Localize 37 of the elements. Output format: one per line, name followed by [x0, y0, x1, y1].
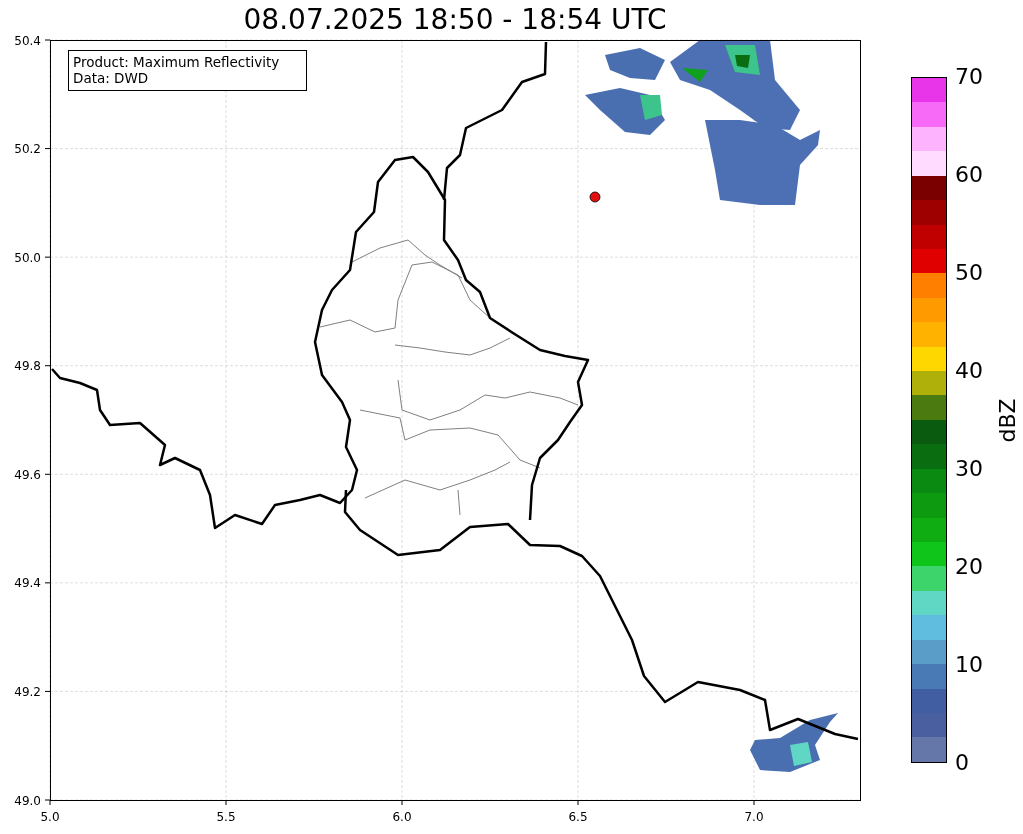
tick-label: 6.5	[568, 810, 588, 824]
tick-mark	[44, 582, 51, 584]
tick-label: 50.0	[14, 250, 41, 265]
tick-mark	[44, 365, 51, 367]
colorbar-tick-label: 10	[955, 652, 983, 678]
colorbar-tick-label: 60	[955, 162, 983, 188]
tick-label: 49.2	[14, 684, 41, 699]
colorbar-tick-label: 20	[955, 554, 983, 580]
tick-label: 50.2	[14, 142, 41, 157]
legend-text: Product: Maximum Reflectivity	[73, 54, 280, 70]
chart-title: 08.07.2025 18:50 - 18:54 UTC	[242, 2, 668, 30]
tick-label: 49.6	[14, 467, 41, 482]
tick-label: 50.4	[14, 33, 41, 48]
tick-mark	[577, 799, 579, 806]
tick-label: 6.0	[392, 810, 412, 824]
tick-label: 49.0	[14, 793, 41, 808]
tick-label: 7.0	[744, 810, 764, 824]
colorbar-tick-label: 0	[955, 750, 970, 776]
colorbar-tick-label: 70	[955, 64, 983, 90]
colorbar-tick-label: 40	[955, 358, 983, 384]
tick-label: 5.5	[216, 810, 236, 824]
tick-mark	[225, 799, 227, 806]
tick-mark	[44, 256, 51, 258]
location-marker	[589, 191, 601, 203]
colorbar-tick-label: 30	[955, 456, 983, 482]
colorbar-label: dBZ	[994, 397, 1020, 443]
tick-label: 49.4	[14, 576, 41, 591]
tick-mark	[44, 148, 51, 150]
tick-mark	[44, 473, 51, 475]
tick-mark	[753, 799, 755, 806]
tick-mark	[401, 799, 403, 806]
tick-label: 5.0	[40, 810, 60, 824]
tick-label: 49.8	[14, 359, 41, 374]
legend-text: Data: DWD	[73, 70, 149, 86]
colorbar-tick-label: 50	[955, 260, 983, 286]
tick-mark	[44, 39, 51, 41]
tick-mark	[44, 690, 51, 692]
